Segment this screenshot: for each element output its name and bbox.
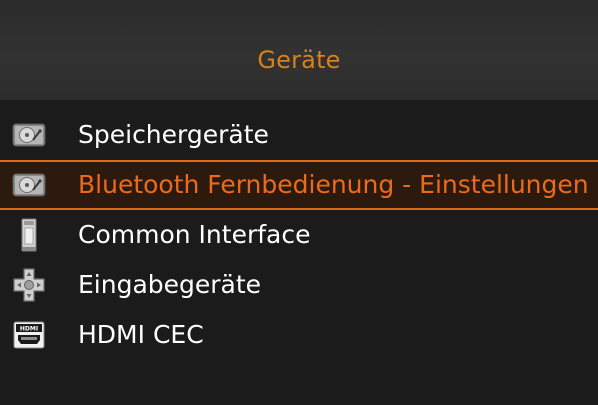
menu-item-label: Common Interface [78, 220, 311, 249]
device-menu: Speichergeräte Bluetooth Fernbedienung -… [0, 110, 598, 360]
hard-drive-icon [8, 114, 50, 156]
dpad-icon [8, 264, 50, 306]
ci-module-icon [8, 214, 50, 256]
screen: Geräte Speichergeräte Bluetooth Fernbedi… [0, 0, 598, 405]
menu-item-storage-devices[interactable]: Speichergeräte [0, 110, 598, 160]
menu-item-label: HDMI CEC [78, 320, 204, 349]
header-bar: Geräte [0, 0, 598, 100]
hard-drive-icon [8, 164, 50, 206]
page-title: Geräte [257, 46, 341, 74]
menu-item-input-devices[interactable]: Eingabegeräte [0, 260, 598, 310]
menu-item-bluetooth-remote-settings[interactable]: Bluetooth Fernbedienung - Einstellungen [0, 160, 598, 210]
hdmi-icon: HDMI [8, 314, 50, 356]
menu-item-label: Speichergeräte [78, 120, 269, 149]
svg-text:HDMI: HDMI [20, 326, 38, 333]
menu-item-label: Bluetooth Fernbedienung - Einstellungen [78, 170, 589, 199]
menu-item-hdmi-cec[interactable]: HDMI HDMI CEC [0, 310, 598, 360]
menu-item-common-interface[interactable]: Common Interface [0, 210, 598, 260]
menu-item-label: Eingabegeräte [78, 270, 262, 299]
